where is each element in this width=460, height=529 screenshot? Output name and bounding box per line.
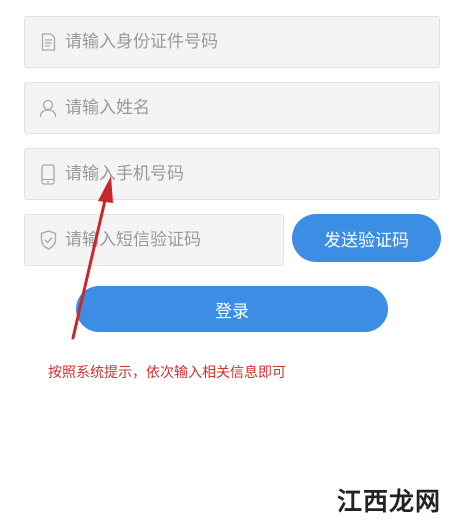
sms-code-field[interactable] [24, 214, 284, 266]
watermark-logo: 江西龙网 [336, 487, 441, 516]
id-number-input[interactable] [65, 32, 439, 52]
mobile-phone-icon [39, 163, 57, 185]
send-code-button[interactable]: 发送验证码 [292, 214, 441, 262]
phone-field[interactable] [24, 148, 440, 200]
name-field[interactable] [24, 82, 440, 134]
shield-check-icon [39, 229, 57, 251]
sms-code-input[interactable] [65, 230, 283, 250]
phone-input[interactable] [65, 164, 439, 184]
login-page: 发送验证码 登录 按照系统提示，依次输入相关信息即可 江西龙网 [0, 0, 460, 529]
id-number-field[interactable] [24, 16, 440, 68]
annotation-hint: 按照系统提示，依次输入相关信息即可 [48, 365, 286, 381]
login-button[interactable]: 登录 [76, 286, 388, 332]
document-icon [39, 31, 57, 53]
user-icon [39, 97, 57, 119]
name-input[interactable] [65, 98, 439, 118]
